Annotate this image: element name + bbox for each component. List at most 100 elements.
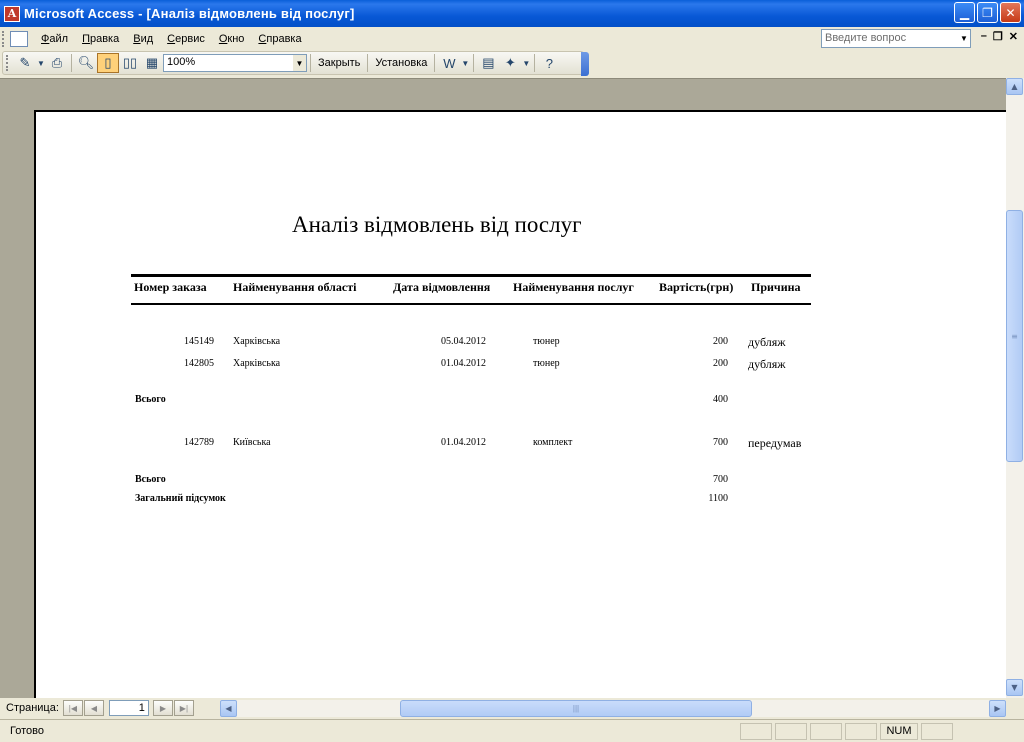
chevron-down-icon[interactable]: ▼ bbox=[958, 30, 970, 47]
print-icon[interactable]: ⎙ bbox=[46, 53, 68, 73]
doc-minimize-icon[interactable]: – bbox=[981, 30, 987, 43]
report-title: Аналіз відмовлень від послуг bbox=[292, 212, 582, 237]
row-1-reason: дубляж bbox=[748, 335, 786, 349]
status-panel-3 bbox=[810, 722, 842, 740]
status-panel-4 bbox=[845, 722, 877, 740]
page-setup-button[interactable]: Установка bbox=[371, 57, 431, 69]
close-preview-button[interactable]: Закрыть bbox=[314, 57, 364, 69]
toolbar-separator bbox=[71, 54, 72, 72]
zoom-value: 100% bbox=[167, 56, 196, 68]
row-3-order: 142789 bbox=[184, 437, 214, 448]
report-page: Аналіз відмовлень від послуг Номер заказ… bbox=[34, 110, 1006, 698]
multiple-pages-icon[interactable]: ▦ bbox=[141, 53, 163, 73]
scroll-right-icon[interactable]: ▶ bbox=[989, 700, 1006, 717]
horizontal-scroll-thumb[interactable]: ||| bbox=[400, 700, 752, 717]
report-window-icon[interactable] bbox=[10, 30, 28, 47]
first-page-icon[interactable]: |◀ bbox=[62, 700, 83, 716]
row-2-order: 142805 bbox=[184, 358, 214, 369]
minimize-button[interactable]: ▁ bbox=[954, 2, 975, 23]
menu-edit[interactable]: Правка bbox=[75, 33, 126, 45]
row-1-date: 05.04.2012 bbox=[441, 336, 486, 347]
status-panel-2 bbox=[775, 722, 807, 740]
chevron-down-icon[interactable]: ▼ bbox=[521, 53, 531, 73]
status-panel-1 bbox=[740, 722, 772, 740]
page-navigation-bar: Страница: |◀ ◀ 1 ▶ ▶| ◀ ||| ▶ bbox=[0, 698, 1024, 718]
row-1-order: 145149 bbox=[184, 336, 214, 347]
chevron-down-icon[interactable]: ▼ bbox=[460, 53, 470, 73]
row-3-reason: передумав bbox=[748, 436, 802, 450]
menu-file[interactable]: Файл bbox=[34, 33, 75, 45]
close-button[interactable]: ✕ bbox=[1000, 2, 1021, 23]
page-number-input[interactable]: 1 bbox=[108, 700, 149, 716]
row-2-cost: 200 bbox=[713, 358, 728, 369]
menu-tools[interactable]: Сервис bbox=[160, 33, 212, 45]
menu-help[interactable]: Справка bbox=[251, 33, 308, 45]
status-bar: Готово NUM bbox=[0, 719, 1024, 742]
row-3-region: Київська bbox=[233, 437, 271, 448]
menu-bar: Файл Правка Вид Сервис Окно Справка Введ… bbox=[0, 27, 1024, 50]
grand-total: 1100 bbox=[708, 493, 728, 504]
status-panels: NUM bbox=[740, 722, 953, 740]
header-order: Номер заказа bbox=[134, 280, 207, 294]
menu-view[interactable]: Вид bbox=[126, 33, 160, 45]
chevron-down-icon[interactable]: ▼ bbox=[36, 53, 46, 73]
scroll-up-icon[interactable]: ▲ bbox=[1006, 78, 1023, 95]
title-bar: A Microsoft Access - [Аналіз відмовлень … bbox=[0, 0, 1024, 27]
scroll-down-icon[interactable]: ▼ bbox=[1006, 679, 1023, 696]
row-2-reason: дубляж bbox=[748, 357, 786, 371]
menu-window[interactable]: Окно bbox=[212, 33, 252, 45]
row-3-cost: 700 bbox=[713, 437, 728, 448]
group-1-total: 400 bbox=[713, 394, 728, 405]
zoom-icon[interactable]: 🔍︎ bbox=[75, 53, 97, 73]
toolbar-options[interactable] bbox=[581, 52, 589, 76]
header-region: Найменування області bbox=[233, 280, 357, 294]
header-top-rule bbox=[131, 274, 811, 277]
one-page-icon[interactable]: ▯ bbox=[97, 53, 119, 73]
window-title: Microsoft Access - [Аналіз відмовлень ві… bbox=[24, 6, 355, 21]
next-page-icon[interactable]: ▶ bbox=[152, 700, 173, 716]
help-icon[interactable]: ? bbox=[538, 53, 560, 73]
row-1-cost: 200 bbox=[713, 336, 728, 347]
row-3-service: комплект bbox=[533, 437, 573, 448]
doc-restore-icon[interactable]: ❐ bbox=[993, 30, 1003, 43]
toolbar-separator bbox=[310, 54, 311, 72]
restore-button[interactable]: ❐ bbox=[977, 2, 998, 23]
office-links-icon[interactable]: W bbox=[438, 53, 460, 73]
new-object-icon[interactable]: ✦ bbox=[499, 53, 521, 73]
toolbar-grip[interactable] bbox=[6, 55, 10, 71]
row-2-service: тюнер bbox=[533, 358, 560, 369]
document-controls: – ❐ ✕ bbox=[981, 30, 1018, 43]
two-pages-icon[interactable]: ▯▯ bbox=[119, 53, 141, 73]
group-1-total-label: Всього bbox=[135, 394, 166, 405]
report-workspace: Аналіз відмовлень від послуг Номер заказ… bbox=[0, 78, 1006, 698]
design-view-icon[interactable]: ✎ bbox=[14, 53, 36, 73]
database-window-icon[interactable]: ▤ bbox=[477, 53, 499, 73]
row-2-date: 01.04.2012 bbox=[441, 358, 486, 369]
row-3-date: 01.04.2012 bbox=[441, 437, 486, 448]
vertical-scroll-thumb[interactable]: ≡ bbox=[1006, 210, 1023, 462]
header-service: Найменування послуг bbox=[513, 280, 634, 294]
chevron-down-icon[interactable]: ▼ bbox=[293, 55, 306, 71]
page-label: Страница: bbox=[6, 702, 59, 714]
menu-grip[interactable] bbox=[2, 30, 8, 47]
header-reason: Причина bbox=[751, 280, 801, 294]
toolbar-separator bbox=[434, 54, 436, 72]
row-1-service: тюнер bbox=[533, 336, 560, 347]
grand-total-label: Загальний підсумок bbox=[135, 493, 226, 504]
toolbar-separator bbox=[367, 54, 369, 72]
group-2-total: 700 bbox=[713, 474, 728, 485]
num-lock-indicator: NUM bbox=[880, 722, 918, 740]
last-page-icon[interactable]: ▶| bbox=[173, 700, 194, 716]
vertical-scrollbar[interactable]: ▲ ≡ ▼ bbox=[1006, 78, 1024, 698]
access-icon[interactable]: A bbox=[4, 5, 20, 22]
window-controls: ▁ ❐ ✕ bbox=[954, 2, 1021, 23]
scroll-left-icon[interactable]: ◀ bbox=[220, 700, 237, 717]
group-2-total-label: Всього bbox=[135, 474, 166, 485]
help-placeholder: Введите вопрос bbox=[825, 32, 907, 44]
horizontal-scrollbar[interactable]: ◀ ||| ▶ bbox=[220, 700, 1006, 717]
previous-page-icon[interactable]: ◀ bbox=[83, 700, 104, 716]
doc-close-icon[interactable]: ✕ bbox=[1009, 30, 1018, 43]
help-question-input[interactable]: Введите вопрос ▼ bbox=[821, 29, 971, 48]
zoom-select[interactable]: 100% ▼ bbox=[163, 54, 307, 72]
status-panel-6 bbox=[921, 722, 953, 740]
